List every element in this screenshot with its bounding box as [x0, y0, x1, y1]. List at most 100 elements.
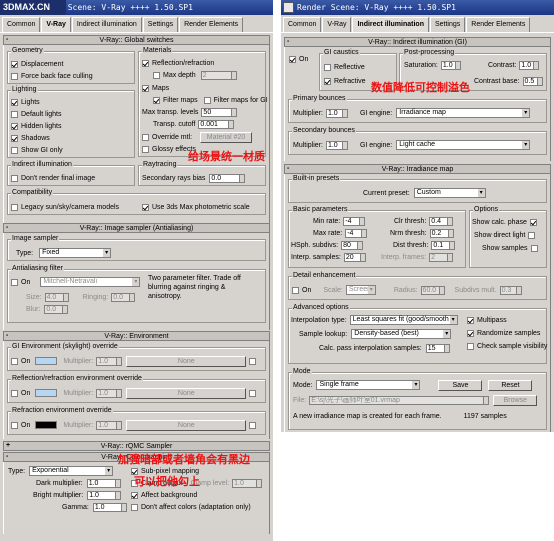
bright-multiplier-spinner[interactable]: 1.0 — [87, 490, 122, 500]
max-transp-levels-spinner[interactable]: 50 — [201, 107, 238, 117]
secondary-rays-bias-spinner[interactable]: 0.0 — [209, 173, 246, 183]
detail-scale-dropdown[interactable]: Screen — [345, 285, 376, 295]
affect-background-checkbox[interactable] — [131, 491, 138, 499]
browse-button[interactable]: Browse — [493, 394, 538, 406]
tab-common[interactable]: Common — [283, 17, 322, 32]
gi-on-checkbox[interactable] — [289, 55, 296, 63]
primary-gi-engine-dropdown[interactable]: Irradiance map — [396, 108, 531, 118]
refr-env-on-checkbox[interactable] — [11, 421, 18, 429]
hsph-subdivs-spinner[interactable]: 80 — [341, 240, 364, 250]
irradiance-file-field[interactable]: E:\sj\光子\画师叶室01.vrmap — [309, 395, 490, 405]
rollout-header[interactable]: - V-Ray:: Indirect illumination (GI) — [284, 37, 551, 47]
calc-pass-samples-spinner[interactable]: 15 — [425, 343, 450, 353]
nrm-thresh-spinner[interactable]: 0.2 — [429, 228, 454, 238]
check-sample-visibility-checkbox[interactable] — [467, 342, 474, 350]
gi-env-map-button[interactable]: None — [126, 355, 247, 367]
clamp-level-spinner[interactable]: 1.0 — [232, 478, 263, 488]
show-samples-checkbox[interactable] — [530, 244, 538, 252]
detail-radius-spinner[interactable]: 60.0 — [420, 285, 445, 295]
tab-render-elements[interactable]: Render Elements — [179, 17, 244, 32]
tab-vray[interactable]: V-Ray — [322, 17, 352, 32]
gi-env-multiplier-spinner[interactable]: 1.0 — [96, 356, 123, 366]
interp-frames-spinner[interactable]: 2 — [429, 252, 454, 262]
save-button[interactable]: Save — [438, 379, 483, 391]
maps-checkbox[interactable] — [142, 84, 149, 92]
tab-vray[interactable]: V-Ray — [41, 17, 71, 32]
show-calc-phase-checkbox[interactable] — [529, 218, 537, 226]
detail-on-checkbox[interactable] — [292, 286, 299, 294]
detail-subdivs-spinner[interactable]: 0.3 — [499, 285, 522, 295]
contrast-spinner[interactable]: 1.0 — [519, 60, 540, 70]
gi-env-on-checkbox[interactable] — [11, 357, 18, 365]
tab-indirect-illumination[interactable]: Indirect illumination — [352, 17, 429, 32]
rollout-header[interactable]: - V-Ray:: Image sampler (Antialiasing) — [3, 223, 270, 233]
refractive-caustics-checkbox[interactable] — [324, 77, 331, 85]
clr-thresh-spinner[interactable]: 0.4 — [429, 216, 454, 226]
refl-env-multiplier-spinner[interactable]: 1.0 — [96, 388, 123, 398]
rollout-header[interactable]: + V-Ray:: rQMC Sampler — [3, 441, 270, 451]
dont-affect-colors-checkbox[interactable] — [131, 503, 138, 511]
max-depth-checkbox[interactable] — [153, 71, 160, 79]
aa-blur-spinner[interactable]: 0.0 — [44, 304, 69, 314]
refl-env-map-button[interactable]: None — [126, 387, 247, 399]
dark-multiplier-spinner[interactable]: 1.0 — [86, 478, 121, 488]
override-material-button[interactable]: Material #20 — [200, 131, 253, 143]
override-mtl-checkbox[interactable] — [142, 133, 149, 141]
refl-env-color-swatch[interactable] — [35, 389, 58, 397]
transp-cutoff-spinner[interactable]: 0.001 — [198, 119, 235, 129]
image-sampler-type-dropdown[interactable]: Fixed — [39, 248, 112, 258]
use-3ds-photometric-checkbox[interactable] — [142, 203, 149, 211]
dont-render-final-checkbox[interactable] — [11, 174, 18, 182]
rollout-header[interactable]: - V-Ray:: Irradiance map — [284, 164, 551, 174]
aa-ringing-spinner[interactable]: 0.0 — [111, 292, 136, 302]
tab-indirect-illumination[interactable]: Indirect illumination — [71, 17, 142, 32]
refl-env-on-checkbox[interactable] — [11, 389, 18, 397]
reflective-caustics-checkbox[interactable] — [324, 63, 331, 71]
refr-env-multiplier-spinner[interactable]: 1.0 — [96, 420, 123, 430]
glossy-effects-checkbox[interactable] — [142, 145, 149, 153]
refr-env-map-toggle[interactable] — [249, 421, 257, 429]
gi-env-map-toggle[interactable] — [249, 357, 257, 365]
gamma-spinner[interactable]: 1.0 — [92, 502, 127, 512]
hidden-lights-checkbox[interactable] — [11, 122, 18, 130]
gi-env-color-swatch[interactable] — [35, 357, 58, 365]
reflection-refraction-checkbox[interactable] — [142, 59, 149, 67]
rollout-header[interactable]: - V-Ray:: Environment — [3, 331, 270, 341]
filter-maps-gi-checkbox[interactable] — [203, 96, 211, 104]
lights-checkbox[interactable] — [11, 98, 18, 106]
aa-filter-dropdown[interactable]: Mitchell-Netravali — [40, 277, 141, 287]
refr-env-map-button[interactable]: None — [126, 419, 247, 431]
show-direct-light-checkbox[interactable] — [528, 231, 536, 239]
saturation-spinner[interactable]: 1.0 — [440, 60, 461, 70]
color-mapping-type-dropdown[interactable]: Exponential — [29, 466, 114, 476]
sample-lookup-dropdown[interactable]: Density-based (best) — [351, 329, 452, 339]
interpolation-type-dropdown[interactable]: Least squares fit (good/smooth — [349, 315, 458, 325]
min-rate-spinner[interactable]: -4 — [343, 216, 366, 226]
show-gi-only-checkbox[interactable] — [11, 146, 18, 154]
force-back-face-checkbox[interactable] — [11, 72, 18, 80]
max-rate-spinner[interactable]: -4 — [345, 228, 368, 238]
max-depth-spinner[interactable]: 2 — [200, 70, 237, 80]
secondary-multiplier-spinner[interactable]: 1.0 — [325, 140, 348, 150]
default-lights-checkbox[interactable] — [11, 110, 18, 118]
aa-on-checkbox[interactable] — [11, 278, 18, 286]
contrast-base-spinner[interactable]: 0.5 — [522, 76, 543, 86]
rollout-header[interactable]: - V-Ray:: Global switches — [3, 35, 270, 45]
mode-dropdown[interactable]: Single frame — [316, 380, 421, 390]
dist-thresh-spinner[interactable]: 0.1 — [431, 240, 456, 250]
tab-settings[interactable]: Settings — [429, 17, 466, 32]
randomize-samples-checkbox[interactable] — [467, 329, 474, 337]
reset-button[interactable]: Reset — [488, 379, 533, 391]
secondary-gi-engine-dropdown[interactable]: Light cache — [396, 140, 531, 150]
aa-size-spinner[interactable]: 4.0 — [44, 292, 69, 302]
multipass-checkbox[interactable] — [467, 316, 474, 324]
refr-env-color-swatch[interactable] — [35, 421, 58, 429]
tab-settings[interactable]: Settings — [142, 17, 179, 32]
primary-multiplier-spinner[interactable]: 1.0 — [325, 108, 348, 118]
legacy-sun-sky-checkbox[interactable] — [11, 203, 18, 211]
tab-common[interactable]: Common — [2, 17, 41, 32]
interp-samples-spinner[interactable]: 20 — [343, 252, 366, 262]
current-preset-dropdown[interactable]: Custom — [413, 188, 486, 198]
refl-env-map-toggle[interactable] — [249, 389, 257, 397]
tab-render-elements[interactable]: Render Elements — [466, 17, 531, 32]
